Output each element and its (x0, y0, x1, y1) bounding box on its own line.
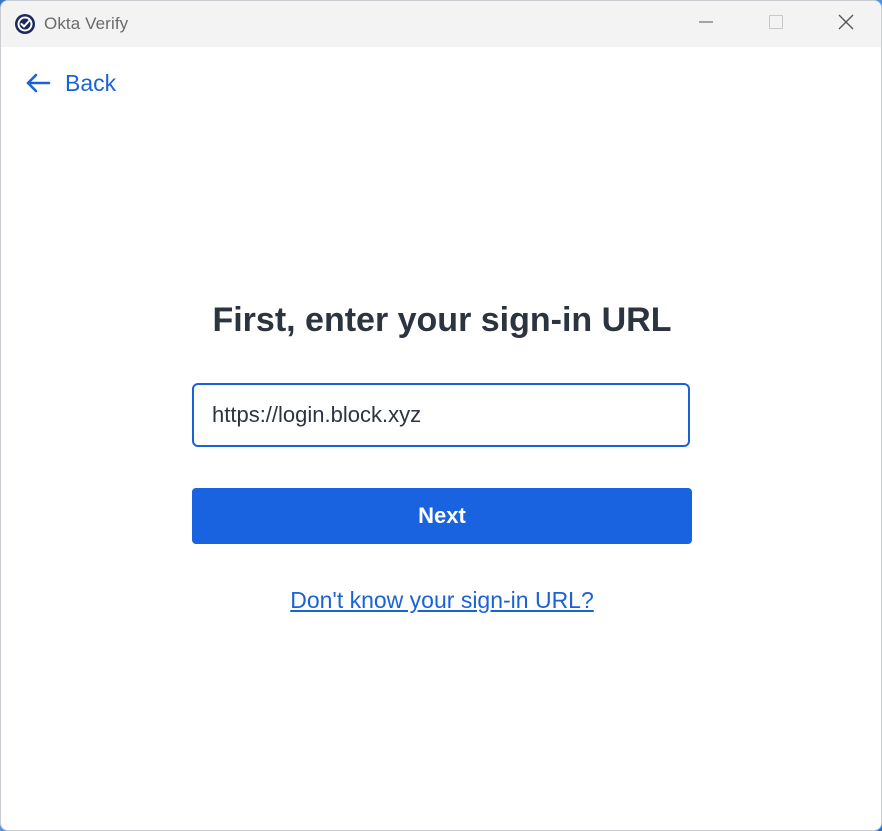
window-title: Okta Verify (44, 14, 129, 33)
minimize-button[interactable] (671, 1, 741, 47)
back-label: Back (65, 69, 117, 96)
sign-in-url-input[interactable] (192, 383, 690, 447)
next-button[interactable]: Next (192, 488, 692, 544)
close-icon (838, 14, 854, 35)
arrow-left-icon (25, 72, 51, 94)
title-bar: Okta Verify (1, 1, 881, 47)
maximize-icon (769, 14, 783, 34)
back-button[interactable]: Back (25, 67, 116, 99)
maximize-button[interactable] (741, 1, 811, 47)
app-window: Okta Verify Back First, enter your sign-… (0, 0, 882, 831)
close-button[interactable] (811, 1, 881, 47)
dont-know-url-link[interactable]: Don't know your sign-in URL? (290, 587, 594, 613)
help-link-container: Don't know your sign-in URL? (1, 587, 881, 614)
okta-verify-logo-icon (14, 13, 36, 35)
page-title: First, enter your sign-in URL (212, 301, 672, 339)
minimize-icon (699, 15, 713, 34)
